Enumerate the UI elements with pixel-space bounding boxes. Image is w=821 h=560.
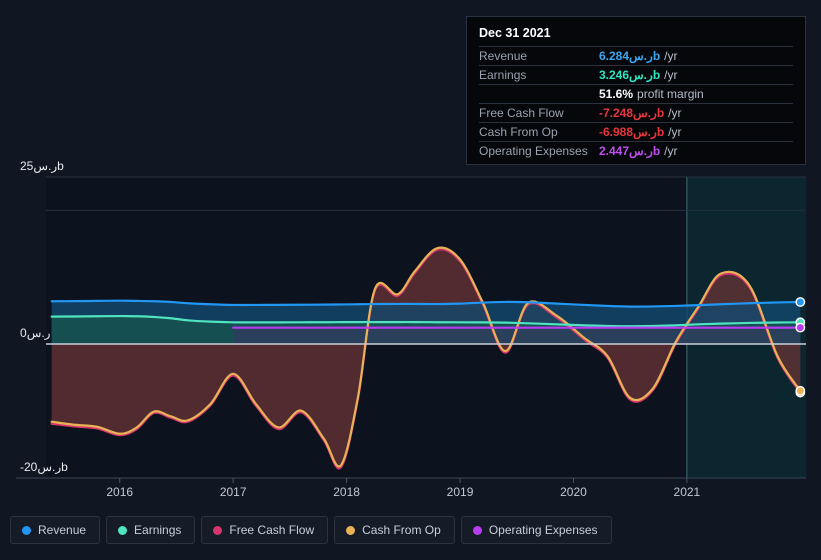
endpoint-operating-expenses[interactable]	[795, 322, 806, 333]
legend-item-cash-from-op[interactable]: Cash From Op	[334, 516, 455, 544]
tooltip-row-suffix: /yr	[668, 125, 682, 139]
tooltip-row: Earnings 3.246ر.سb/yr	[479, 65, 793, 84]
tooltip-row-suffix: profit margin	[637, 87, 704, 101]
tooltip-row: Cash From Op -6.988ر.سb/yr	[479, 122, 793, 141]
tooltip-row-label: Free Cash Flow	[479, 106, 564, 120]
tooltip-row-suffix: /yr	[664, 144, 678, 158]
tooltip-row-suffix: /yr	[664, 49, 678, 63]
tooltip-row-value: 3.246ر.سb	[599, 68, 661, 82]
legend-item-label: Cash From Op	[362, 523, 441, 537]
x-tick-label: 2019	[447, 485, 474, 499]
legend-item-operating-expenses[interactable]: Operating Expenses	[460, 516, 612, 544]
endpoint-revenue[interactable]	[795, 297, 806, 307]
legend-item-label: Earnings	[134, 523, 182, 537]
legend-item-label: Revenue	[38, 523, 87, 537]
tooltip-row-value: 6.284ر.سb	[599, 49, 661, 63]
tooltip-row-value: -7.248ر.سb	[599, 106, 665, 120]
financial-chart: 2016 2017 2018 2019 2020 2021 ر.س25b ر.س0 -20ر.س…	[0, 0, 821, 560]
legend-color-dot-icon	[213, 525, 223, 535]
tooltip-row-suffix: /yr	[664, 68, 678, 82]
tooltip-row: Revenue 6.284ر.سb/yr	[479, 46, 793, 65]
legend-color-dot-icon	[346, 525, 356, 535]
tooltip-row-value: 2.447ر.سb	[599, 144, 661, 158]
legend-item-free-cash-flow[interactable]: Free Cash Flow	[201, 516, 329, 544]
legend-item-label: Operating Expenses	[488, 523, 598, 537]
tooltip-row-suffix: /yr	[668, 106, 682, 120]
chart-legend[interactable]: Revenue Earnings Free Cash Flow Cash From O…	[10, 516, 612, 544]
tooltip-row-value: -6.988ر.سb	[599, 125, 665, 139]
x-tick-label: 2018	[333, 485, 360, 499]
y-tick-label: ر.س0	[20, 326, 51, 340]
legend-color-dot-icon	[22, 525, 31, 535]
legend-color-dot-icon	[472, 525, 482, 535]
tooltip-row: Operating Expenses 2.447ر.سb/yr	[479, 141, 793, 160]
tooltip-row-label: Cash From Op	[479, 125, 558, 139]
y-tick-label: -20ر.سb	[20, 460, 68, 474]
tooltip-rows: Revenue 6.284ر.سb/yr Earnings 3.246ر.سb/yr 5…	[479, 46, 793, 160]
x-tick-label: 2020	[560, 485, 587, 499]
y-tick-label: ر.س25b	[20, 159, 64, 173]
tooltip-row-label: Earnings	[479, 68, 527, 82]
legend-item-earnings[interactable]: Earnings	[106, 516, 196, 544]
legend-color-dot-icon	[118, 525, 128, 535]
chart-tooltip: Dec 31 2021 Revenue 6.284ر.سb/yr Earnings 3…	[466, 16, 806, 165]
endpoint-cash-from-op[interactable]	[795, 385, 806, 396]
legend-item-label: Free Cash Flow	[229, 523, 315, 537]
x-tick-label: 2016	[106, 485, 133, 499]
tooltip-row: Free Cash Flow -7.248ر.سb/yr	[479, 103, 793, 122]
tooltip-row-value: 51.6%	[599, 87, 634, 101]
tooltip-row: 51.6% profit margin	[479, 84, 793, 103]
tooltip-date: Dec 31 2021	[479, 26, 551, 40]
tooltip-row-label: Operating Expenses	[479, 144, 588, 158]
tooltip-row-label: Revenue	[479, 49, 528, 63]
legend-item-revenue[interactable]: Revenue	[10, 516, 101, 544]
x-tick-label: 2017	[220, 485, 247, 499]
x-tick-label: 2021	[674, 485, 701, 499]
